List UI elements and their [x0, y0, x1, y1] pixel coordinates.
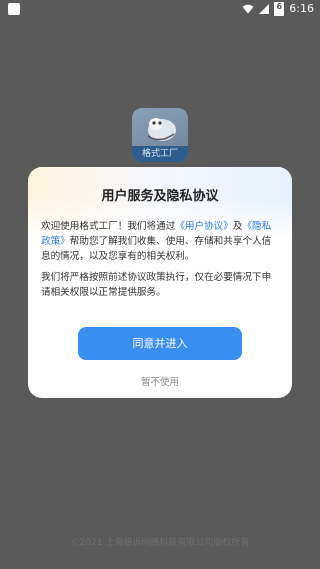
signal-icon — [259, 4, 270, 14]
dialog-paragraph-2: 我们将严格按照前述协议政策执行，仅在必要情况下申请相关权限以正常提供服务。 — [41, 272, 272, 298]
privacy-dialog: 用户服务及隐私协议 欢迎使用格式工厂！我们将通过《用户协议》及《隐私政策》帮助您… — [28, 167, 292, 398]
notification-icon — [8, 3, 20, 15]
battery-level-text: 6 — [276, 2, 283, 11]
app-logo: 格式工厂 — [132, 108, 188, 162]
decline-button[interactable]: 暂不使用 — [28, 374, 292, 388]
dialog-paragraph-1: 欢迎使用格式工厂！我们将通过《用户协议》及《隐私政策》帮助您了解我们收集、使用、… — [41, 219, 279, 264]
status-bar: 6 6:16 — [0, 0, 320, 18]
wifi-icon — [242, 4, 254, 14]
dialog-body: 欢迎使用格式工厂！我们将通过《用户协议》及《隐私政策》帮助您了解我们收集、使用、… — [41, 219, 279, 306]
status-indicators: 6 6:16 — [242, 1, 314, 17]
user-agreement-link[interactable]: 《用户协议》 — [175, 221, 233, 232]
app-logo-label: 格式工厂 — [132, 146, 188, 162]
agree-button[interactable]: 同意并进入 — [78, 327, 242, 360]
app-logo-icon — [147, 118, 176, 141]
paragraph-1-rest: 帮助您了解我们收集、使用、存储和共享个人信息的情况，以及您享有的相关权利。 — [41, 236, 272, 262]
dialog-title: 用户服务及隐私协议 — [101, 189, 219, 204]
paragraph-1-intro: 欢迎使用格式工厂！我们将通过 — [41, 221, 176, 232]
clock: 6:16 — [289, 2, 314, 15]
copyright-text: ©2021 上海格诉网络科技有限公司版权所有 — [70, 538, 250, 548]
battery-icon: 6 — [274, 2, 285, 16]
